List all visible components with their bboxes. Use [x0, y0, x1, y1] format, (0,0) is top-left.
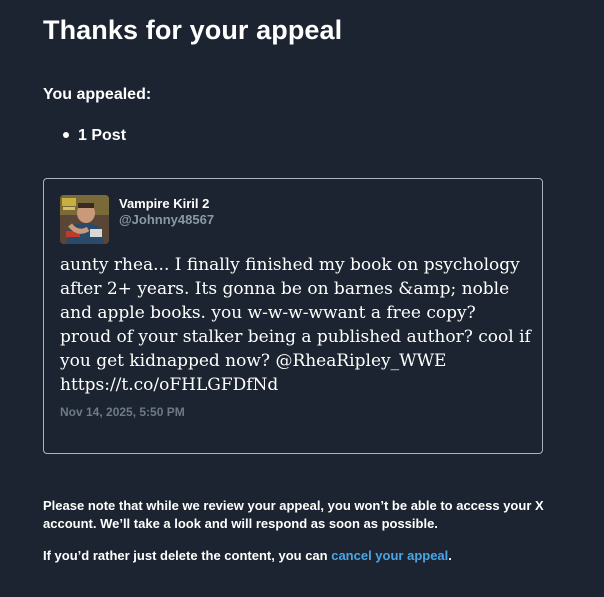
bullet-icon — [63, 131, 69, 138]
post-author-handle: @Johnny48567 — [119, 212, 215, 227]
list-item: 1 Post — [63, 127, 126, 145]
post-text: aunty rhea... I finally finished my book… — [60, 255, 531, 395]
appealed-label: You appealed: — [43, 86, 152, 103]
cancel-appeal-link[interactable]: cancel your appeal — [331, 548, 448, 563]
appealed-item-label: 1 Post — [78, 127, 127, 144]
appeal-confirmation-page: Thanks for your appeal You appealed: 1 P… — [0, 0, 604, 597]
post-card: Vampire Kiril 2 @Johnny48567 aunty rhea.… — [43, 178, 543, 454]
delete-note-suffix: . — [448, 548, 452, 563]
delete-content-note: If you’d rather just delete the content,… — [43, 547, 452, 565]
avatar-photo-icon — [60, 195, 109, 244]
post-author-name: Vampire Kiril 2 — [119, 196, 210, 211]
post-timestamp: Nov 14, 2025, 5:50 PM — [60, 405, 185, 419]
appealed-items-list: 1 Post — [63, 127, 126, 145]
page-title: Thanks for your appeal — [43, 15, 343, 45]
delete-note-text: If you’d rather just delete the content,… — [43, 548, 332, 563]
review-note: Please note that while we review your ap… — [43, 498, 544, 531]
user-avatar — [60, 195, 109, 244]
